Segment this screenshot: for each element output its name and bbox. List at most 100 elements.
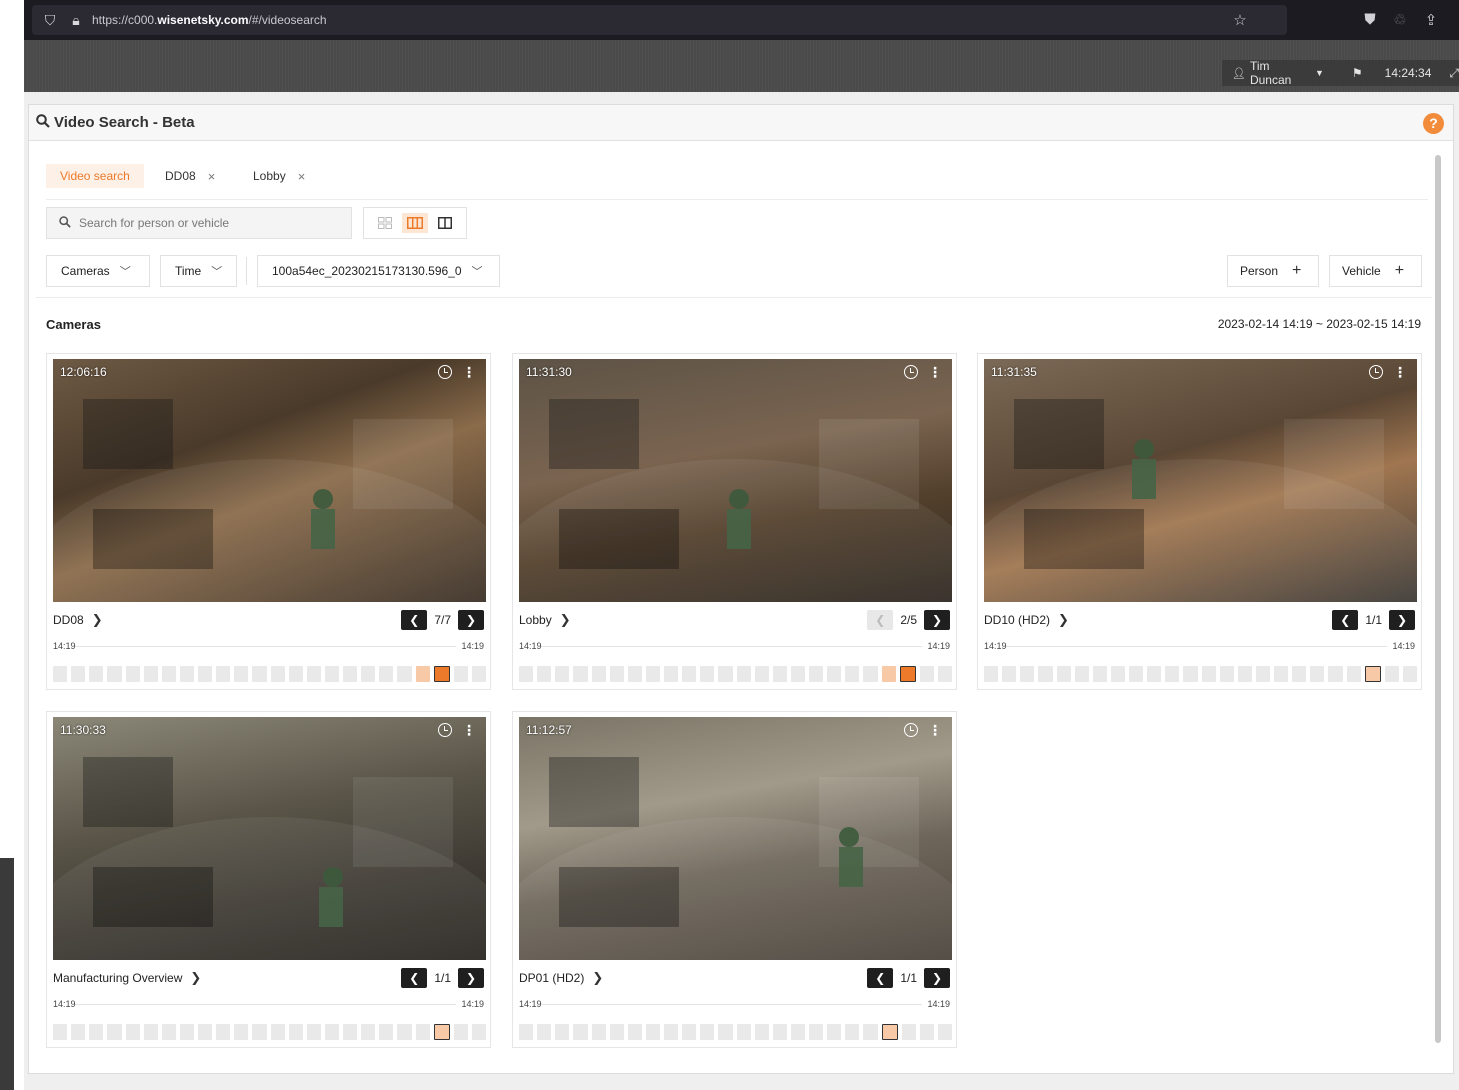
timeline-cell[interactable] <box>591 666 606 682</box>
help-icon[interactable]: ? <box>1423 113 1444 134</box>
next-button[interactable]: ❯ <box>924 610 950 630</box>
timeline-cell[interactable] <box>288 1024 303 1040</box>
timeline-cell[interactable] <box>161 1024 176 1040</box>
timeline-cell[interactable] <box>519 666 534 682</box>
timeline-cell[interactable] <box>1328 666 1343 682</box>
timeline-cell[interactable] <box>1038 666 1053 682</box>
camera-name-link[interactable]: DP01 (HD2) ❯ <box>519 970 603 986</box>
timeline-cell[interactable] <box>664 1024 679 1040</box>
timeline-cell[interactable] <box>324 666 339 682</box>
timeline-cell[interactable] <box>1310 666 1325 682</box>
timeline-cell[interactable] <box>682 1024 697 1040</box>
person-filter-button[interactable]: Person + <box>1227 255 1319 287</box>
timeline-cell[interactable] <box>1020 666 1035 682</box>
camera-name-link[interactable]: Manufacturing Overview ❯ <box>53 970 201 986</box>
more-vertical-icon[interactable]: ⋮ <box>1393 364 1407 381</box>
timeline-cell[interactable] <box>234 666 249 682</box>
time-filter[interactable]: Time ﹀ <box>160 255 237 287</box>
timeline-cell[interactable] <box>937 666 952 682</box>
timeline-cell[interactable] <box>1274 666 1289 682</box>
timeline-cell[interactable] <box>736 1024 751 1040</box>
timeline-cell[interactable] <box>1092 666 1107 682</box>
camera-thumbnail[interactable]: 11:12:57 ⋮ <box>519 717 952 960</box>
next-button[interactable]: ❯ <box>924 968 950 988</box>
timeline-cell[interactable] <box>1129 666 1144 682</box>
timeline-cell[interactable] <box>198 666 213 682</box>
timeline-cell[interactable] <box>471 1024 486 1040</box>
timeline-cell[interactable] <box>415 1024 430 1040</box>
previous-button[interactable]: ❮ <box>1332 610 1359 630</box>
timeline-cell[interactable] <box>397 666 412 682</box>
timeline-cell[interactable] <box>845 666 860 682</box>
camera-thumbnail[interactable]: 11:31:30 ⋮ <box>519 359 952 602</box>
timeline-cell[interactable] <box>198 1024 213 1040</box>
clip-filter[interactable]: 100a54ec_20230215173130.596_0 ﹀ <box>257 255 500 287</box>
more-vertical-icon[interactable]: ⋮ <box>928 722 942 739</box>
camera-card[interactable]: 11:31:35 ⋮ DD10 (HD2) ❯ ❮ 1/1 ❯ 14:19 14… <box>977 353 1422 690</box>
timeline-cell[interactable] <box>1346 666 1361 682</box>
tab-dd08[interactable]: DD08 × <box>165 164 215 188</box>
fullscreen-icon[interactable]: ⤢ <box>1449 66 1459 81</box>
timeline-cell[interactable] <box>397 1024 412 1040</box>
pocket-icon[interactable]: ⛊ <box>1361 11 1379 28</box>
timeline-cell[interactable] <box>899 666 916 682</box>
address-bar[interactable]: ⛉ 🔒︎ https://c000.wisenetsky.com/#/video… <box>32 5 1287 35</box>
timeline-cell[interactable] <box>379 666 394 682</box>
timeline-cell[interactable] <box>53 666 68 682</box>
cameras-filter[interactable]: Cameras ﹀ <box>46 255 150 287</box>
camera-card[interactable]: 12:06:16 ⋮ DD08 ❯ ❮ 7/7 ❯ 14:19 14:19 <box>46 353 491 690</box>
next-button[interactable]: ❯ <box>458 610 484 630</box>
close-icon[interactable]: × <box>208 169 216 184</box>
timeline-cell[interactable] <box>754 1024 769 1040</box>
previous-button[interactable]: ❮ <box>401 968 428 988</box>
camera-card[interactable]: 11:12:57 ⋮ DP01 (HD2) ❯ ❮ 1/1 ❯ 14:19 14… <box>512 711 957 1048</box>
timeline-cell[interactable] <box>881 1024 898 1040</box>
timeline-cell[interactable] <box>71 1024 86 1040</box>
timeline-cell[interactable] <box>71 666 86 682</box>
timeline-cell[interactable] <box>1183 666 1198 682</box>
timeline-cell[interactable] <box>1074 666 1089 682</box>
timeline-cell[interactable] <box>700 1024 715 1040</box>
timeline-cell[interactable] <box>125 666 140 682</box>
timeline-cell[interactable] <box>555 1024 570 1040</box>
vehicle-filter-button[interactable]: Vehicle + <box>1329 255 1422 287</box>
timeline-cell[interactable] <box>306 666 321 682</box>
timeline-cell[interactable] <box>827 1024 842 1040</box>
timeline-cell[interactable] <box>306 1024 321 1040</box>
timeline-cell[interactable] <box>627 666 642 682</box>
timeline-cell[interactable] <box>645 1024 660 1040</box>
clock-icon[interactable] <box>1369 365 1383 379</box>
next-button[interactable]: ❯ <box>1389 610 1415 630</box>
camera-name-link[interactable]: DD08 ❯ <box>53 612 103 628</box>
timeline-cell[interactable] <box>537 666 552 682</box>
search-field[interactable] <box>46 207 352 239</box>
timeline-cell[interactable] <box>288 666 303 682</box>
timeline-cell[interactable] <box>252 666 267 682</box>
extensions-icon[interactable]: ♲ <box>1391 11 1409 29</box>
timeline-cell[interactable] <box>53 1024 68 1040</box>
two-column-layout-icon[interactable] <box>432 213 458 233</box>
timeline-cell[interactable] <box>433 1024 450 1040</box>
timeline-cell[interactable] <box>1165 666 1180 682</box>
timeline-cell[interactable] <box>125 1024 140 1040</box>
timeline-cell[interactable] <box>609 1024 624 1040</box>
clock-icon[interactable] <box>438 365 452 379</box>
timeline-cell[interactable] <box>1201 666 1216 682</box>
timeline-cell[interactable] <box>718 666 733 682</box>
timeline-cell[interactable] <box>736 666 751 682</box>
more-vertical-icon[interactable]: ⋮ <box>462 364 476 381</box>
timeline-cell[interactable] <box>361 666 376 682</box>
timeline-cell[interactable] <box>216 666 231 682</box>
scrollbar[interactable] <box>1432 151 1444 1069</box>
timeline-cell[interactable] <box>863 666 878 682</box>
timeline-cell[interactable] <box>790 1024 805 1040</box>
timeline-cell[interactable] <box>1237 666 1252 682</box>
camera-thumbnail[interactable]: 11:31:35 ⋮ <box>984 359 1417 602</box>
tab-video-search[interactable]: Video search <box>46 164 144 188</box>
timeline-cell[interactable] <box>718 1024 733 1040</box>
timeline-cell[interactable] <box>682 666 697 682</box>
timeline-cell[interactable] <box>772 1024 787 1040</box>
clock-icon[interactable] <box>904 723 918 737</box>
timeline-cell[interactable] <box>627 1024 642 1040</box>
timeline-cell[interactable] <box>609 666 624 682</box>
